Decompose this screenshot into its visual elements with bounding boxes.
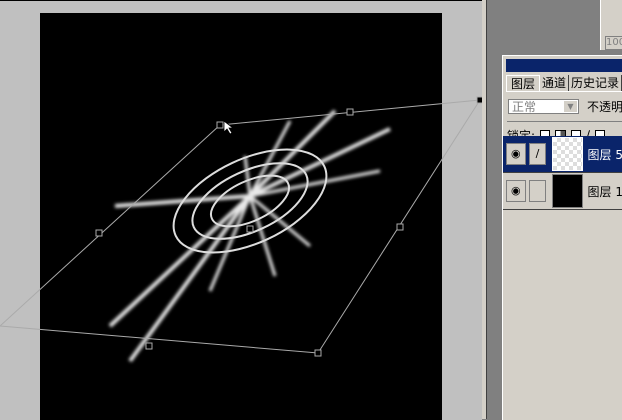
cursor-icon — [223, 120, 235, 135]
layers-panel: 图层 通道 历史记录 正常▼ 不透明 锁定: ∕ ◉ ∕ 图层 5 ◉ 图层 1 — [502, 55, 622, 420]
brush-icon[interactable]: ∕ — [528, 143, 547, 165]
tab-layers[interactable]: 图层 — [506, 75, 541, 91]
opacity-label: 不透明 — [586, 99, 622, 114]
layer-thumbnail — [552, 137, 583, 171]
light-burst-artwork — [108, 109, 391, 363]
zoom-field[interactable]: 100 — [605, 36, 622, 50]
layer-thumbnail — [552, 174, 583, 208]
tab-channels[interactable]: 通道 — [540, 75, 570, 91]
link-slot[interactable] — [528, 180, 547, 202]
canvas-workspace[interactable] — [0, 0, 482, 420]
layer-name: 图层 1 — [587, 184, 622, 199]
blend-mode-select[interactable]: 正常 ▼ — [508, 98, 579, 114]
tab-history[interactable]: 历史记录 — [569, 75, 622, 91]
chevron-down-icon: ▼ — [563, 100, 577, 112]
panel-title-bar[interactable] — [506, 59, 622, 72]
layer-row[interactable]: ◉ ∕ 图层 5 — [503, 136, 622, 173]
layer-row[interactable]: ◉ 图层 1 — [503, 173, 622, 210]
free-transform-overlay[interactable] — [0, 1, 482, 420]
eye-icon[interactable]: ◉ — [506, 180, 526, 202]
scrollbar[interactable] — [482, 0, 487, 419]
transform-bounding-box — [0, 99, 481, 354]
navigator-window: 100 — [600, 0, 622, 50]
layer-name: 图层 5 — [587, 147, 622, 162]
eye-icon[interactable]: ◉ — [506, 143, 526, 165]
